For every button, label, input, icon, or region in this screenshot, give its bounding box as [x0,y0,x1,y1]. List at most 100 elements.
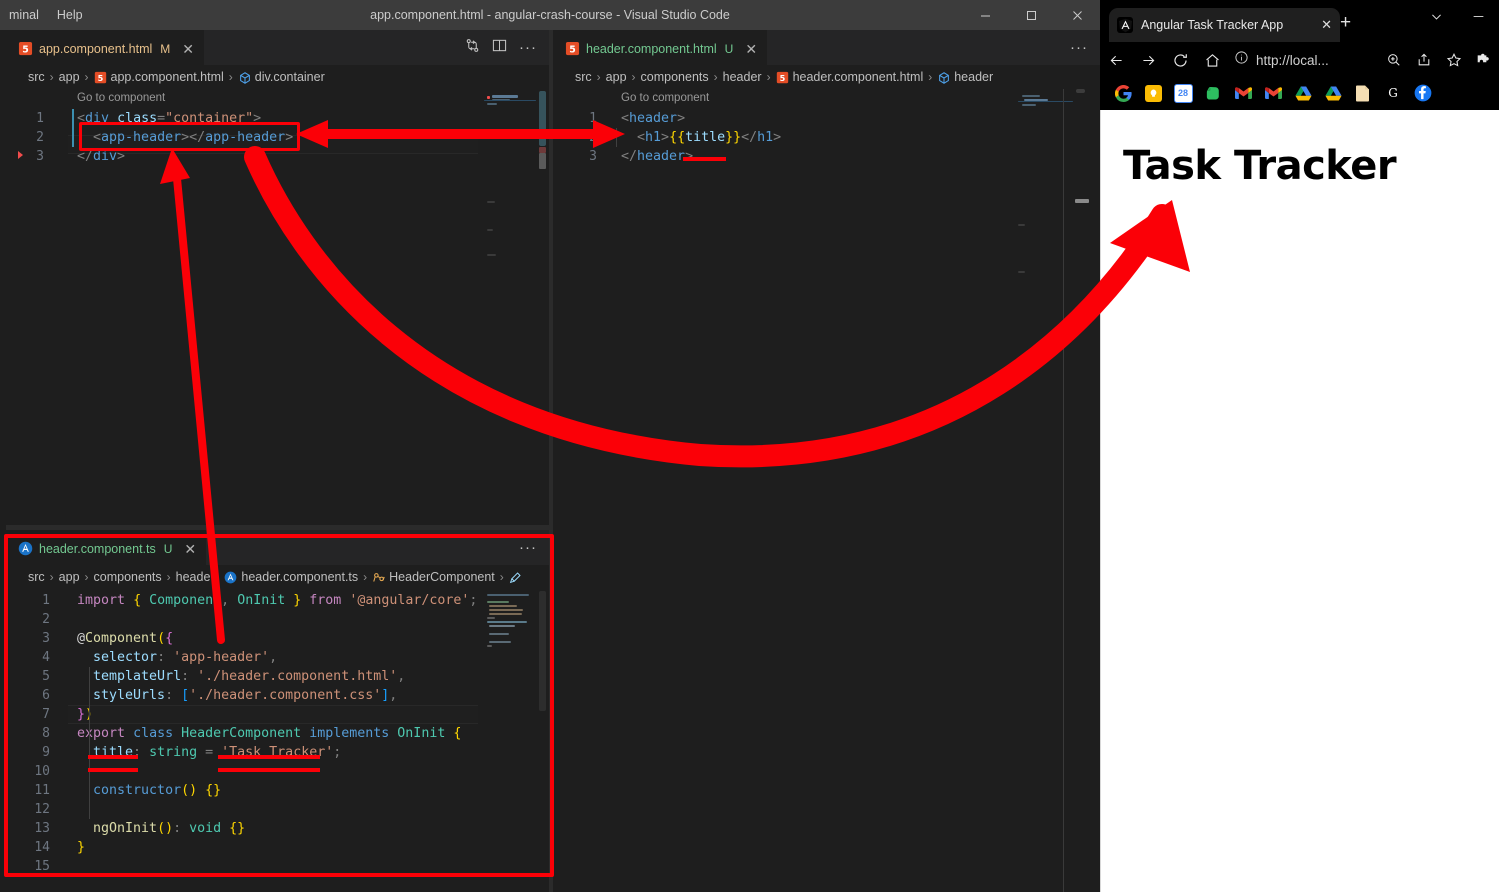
home-icon[interactable] [1196,44,1228,76]
code-line[interactable]: @Component({ [77,629,477,648]
code-text-bottom[interactable]: import { Component, OnInit } from '@angu… [77,591,477,876]
breadcrumb-file[interactable]: header.component.ts [241,570,358,584]
editor-actions-right[interactable]: ··· [1070,30,1100,65]
code-editor-bottom[interactable]: 1 2 3 4 5 6 7 8 9 10 11 12 13 14 15 import { Component… [6,589,549,892]
close-icon[interactable]: ✕ [182,42,194,56]
compare-changes-icon[interactable] [465,38,480,58]
star-icon[interactable] [1439,45,1469,75]
drive-bookmark-1[interactable] [1288,80,1318,106]
back-arrow-icon[interactable] [1100,44,1132,76]
breadcrumb-file[interactable]: header.component.html [793,70,924,84]
close-icon[interactable]: ✕ [184,542,196,556]
breadcrumb-app[interactable]: app [606,70,627,84]
vscode-window-controls[interactable] [962,0,1100,30]
gmail-bookmark-1[interactable] [1228,80,1258,106]
minimize-icon[interactable] [1457,0,1499,32]
evernote-bookmark[interactable] [1198,80,1228,106]
codelens-go-to-component[interactable]: Go to component [77,92,165,104]
editor-actions-bottom[interactable]: ··· [519,530,549,565]
more-actions-icon[interactable]: ··· [1070,40,1088,55]
more-actions-icon[interactable]: ··· [519,540,537,555]
more-actions-icon[interactable]: ··· [519,40,537,55]
code-line[interactable]: <header> [621,109,781,128]
code-editor-right[interactable]: Go to component 123 <header> <h1>{{title… [553,89,1100,892]
breadcrumb-left[interactable]: src › app › 5 app.component.html › div.c… [6,65,549,89]
drive-bookmark-2[interactable] [1318,80,1348,106]
code-line[interactable]: constructor() {} [77,781,477,800]
url-text[interactable]: http://local... [1256,53,1329,68]
breadcrumb-symbol[interactable]: HeaderComponent [389,570,495,584]
close-icon[interactable]: ✕ [745,42,757,56]
code-line[interactable]: styleUrls: ['./header.component.css'], [77,686,477,705]
code-line[interactable]: templateUrl: './header.component.html', [77,667,477,686]
code-line[interactable]: import { Component, OnInit } from '@angu… [77,591,477,610]
puzzle-icon[interactable] [1469,45,1499,75]
breadcrumb-src[interactable]: src [28,70,45,84]
code-text-left[interactable]: <div class="container"> <app-header></ap… [77,109,293,166]
maximize-icon[interactable] [1008,0,1054,30]
code-line[interactable]: export class HeaderComponent implements … [77,724,477,743]
browser-window-controls[interactable] [1415,0,1499,32]
close-icon[interactable] [1054,0,1100,30]
facebook-bookmark[interactable] [1408,80,1438,106]
share-icon[interactable] [1409,45,1439,75]
editor-actions-left[interactable]: ··· [465,30,549,65]
breadcrumb-components[interactable]: components [641,70,709,84]
code-line[interactable]: </div> [77,147,293,166]
code-line[interactable]: } [77,838,477,857]
calendar-bookmark[interactable]: 28 [1168,80,1198,106]
code-text-right[interactable]: <header> <h1>{{title}}</h1> </header> [621,109,781,166]
code-line[interactable]: <div class="container"> [77,109,293,128]
minimap-bottom[interactable] [484,589,536,892]
reload-icon[interactable] [1164,44,1196,76]
codelens-go-to-component[interactable]: Go to component [621,92,709,104]
code-line[interactable]: }) [77,705,477,724]
google-bookmark[interactable] [1108,80,1138,106]
code-line[interactable]: <app-header></app-header> [77,128,293,147]
split-editor-icon[interactable] [492,38,507,58]
code-editor-left[interactable]: Go to component 123 <div class="containe… [6,89,549,525]
keep-bookmark[interactable] [1138,80,1168,106]
new-tab-button[interactable]: + [1340,13,1351,32]
breadcrumb-app[interactable]: app [59,70,80,84]
zoom-icon[interactable] [1379,45,1409,75]
code-line[interactable] [77,610,477,629]
minimap-right[interactable] [1018,89,1073,892]
scrollbar-thumb-left[interactable] [539,91,546,146]
breadcrumb-app[interactable]: app [59,570,80,584]
tab-header-component-ts[interactable]: header.component.ts U ✕ [6,530,207,566]
code-line[interactable] [77,857,477,876]
breadcrumb-right[interactable]: src › app › components › header › 5 head… [553,65,1100,89]
breadcrumb-header[interactable]: header [723,70,762,84]
breadcrumb-bottom[interactable]: src › app › components › heade › header.… [6,565,549,589]
browser-tab-angular-task-tracker[interactable]: Angular Task Tracker App ✕ [1109,8,1340,42]
breadcrumb-src[interactable]: src [575,70,592,84]
menu-item-help[interactable]: Help [48,0,92,30]
scrollbar-thumb-bottom[interactable] [539,591,546,711]
docs-bookmark[interactable] [1348,80,1378,106]
tab-app-component-html[interactable]: 5 app.component.html M ✕ [6,30,204,66]
close-icon[interactable]: ✕ [1321,17,1332,33]
vscode-menubar[interactable]: minal Help [0,0,92,30]
code-line[interactable] [77,762,477,781]
breadcrumb-symbol[interactable]: div.container [255,70,325,84]
info-circle-icon[interactable] [1234,50,1249,70]
breadcrumb-file[interactable]: app.component.html [111,70,224,84]
minimize-icon[interactable] [962,0,1008,30]
code-line[interactable]: title: string = 'Task Tracker'; [77,743,477,762]
tab-header-component-html[interactable]: 5 header.component.html U ✕ [553,30,768,66]
address-bar[interactable]: http://local... [1228,47,1379,73]
gmail-bookmark-2[interactable] [1258,80,1288,106]
breadcrumb-symbol[interactable]: header [954,70,993,84]
breadcrumb-header[interactable]: heade [176,570,211,584]
chevron-down-icon[interactable] [1415,0,1457,32]
minimap-left[interactable] [484,89,536,525]
breadcrumb-components[interactable]: components [94,570,162,584]
forward-arrow-icon[interactable] [1132,44,1164,76]
code-line[interactable] [77,800,477,819]
code-line[interactable]: ngOnInit(): void {} [77,819,477,838]
code-line[interactable]: selector: 'app-header', [77,648,477,667]
code-line[interactable]: </header> [621,147,781,166]
g-bookmark[interactable]: G [1378,80,1408,106]
code-line[interactable]: <h1>{{title}}</h1> [621,128,781,147]
